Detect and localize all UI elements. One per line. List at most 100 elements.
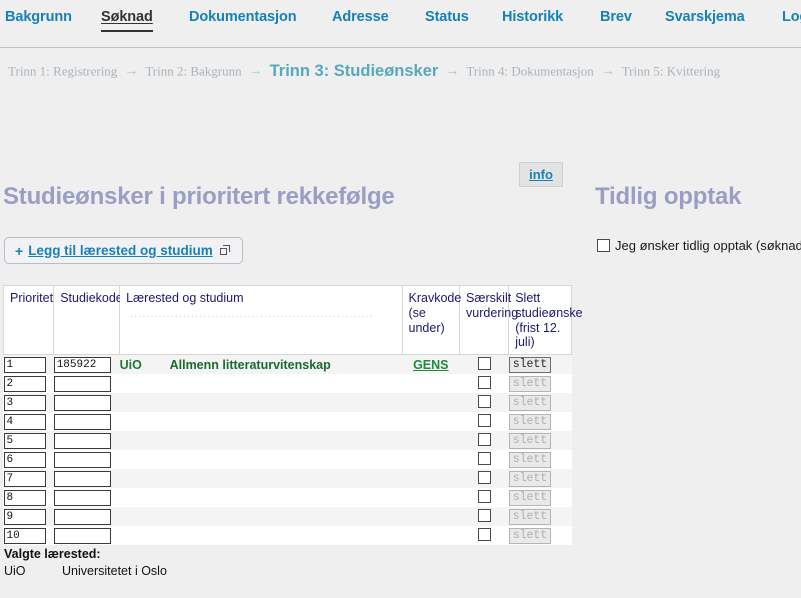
- priority-input[interactable]: [3, 451, 46, 468]
- study-code-input[interactable]: [53, 451, 111, 468]
- requirement-code-link[interactable]: GENS: [413, 358, 448, 372]
- column-header-kravkode-line2: (se under): [408, 305, 445, 335]
- nav-item-s-knad[interactable]: Søknad: [101, 9, 153, 32]
- study-code-input[interactable]: [53, 508, 111, 525]
- selected-institutions-list: UiO Universitetet i Oslo: [4, 563, 167, 580]
- early-admission-checkbox[interactable]: [597, 239, 610, 252]
- study-code-input[interactable]: [53, 394, 111, 411]
- early-admission-title: Tidlig opptak: [595, 183, 742, 210]
- institution-and-study-cell: [119, 526, 403, 545]
- study-code-cell: [53, 526, 120, 545]
- study-code-input[interactable]: [53, 527, 111, 544]
- study-code-cell: [53, 507, 120, 526]
- table-row: slett: [3, 488, 572, 507]
- study-code-input[interactable]: [53, 413, 111, 430]
- institution-abbr: UiO: [119, 357, 142, 372]
- priority-cell: [3, 374, 54, 393]
- nav-item-status[interactable]: Status: [425, 9, 469, 25]
- requirement-code-cell: [402, 507, 460, 526]
- column-header-kravkode: Kravkode (se under): [401, 285, 461, 355]
- nav-item-dokumentasjon[interactable]: Dokumentasjon: [189, 9, 297, 25]
- institution-and-study-cell: [119, 431, 403, 450]
- requirement-code-cell: [402, 526, 460, 545]
- add-institution-and-study-button[interactable]: + Legg til lærested og studium: [4, 237, 243, 264]
- priority-input[interactable]: [3, 394, 46, 411]
- priority-input[interactable]: [3, 489, 46, 506]
- priority-input[interactable]: [3, 527, 46, 544]
- column-header-laerested: Lærested og studium.....................…: [119, 285, 403, 355]
- study-code-input[interactable]: [53, 356, 111, 373]
- breadcrumb-arrow-icon: →: [124, 63, 139, 79]
- delete-study-choice-button[interactable]: slett: [508, 357, 552, 373]
- study-code-cell: [53, 412, 120, 431]
- priority-input[interactable]: [3, 508, 46, 525]
- study-code-cell: [53, 431, 120, 450]
- priority-cell: [3, 469, 54, 488]
- delete-cell: slett: [508, 526, 572, 545]
- priority-input[interactable]: [3, 356, 46, 373]
- priority-input[interactable]: [3, 470, 46, 487]
- column-header-saerskilt-line1: Særskilt: [466, 291, 512, 305]
- breadcrumb-step-2[interactable]: Trinn 2: Bakgrunn: [145, 64, 241, 79]
- special-assessment-checkbox[interactable]: [477, 508, 491, 522]
- special-assessment-checkbox[interactable]: [477, 375, 491, 389]
- institution-and-study-cell: [119, 507, 403, 526]
- nav-item-bakgrunn[interactable]: Bakgrunn: [5, 9, 72, 25]
- delete-study-choice-button: slett: [508, 414, 552, 430]
- study-code-input[interactable]: [53, 375, 111, 392]
- plus-icon: +: [15, 242, 24, 259]
- breadcrumb-step-4[interactable]: Trinn 4: Dokumentasjon: [466, 64, 593, 79]
- column-header-laerested-text: Lærested og studium: [126, 291, 244, 305]
- table-row: slett: [3, 393, 572, 412]
- selected-institutions-section: Valgte lærested: UiO Universitetet i Oslo: [4, 546, 167, 580]
- delete-study-choice-button: slett: [508, 490, 552, 506]
- page-title: Studieønsker i prioritert rekkefølge: [3, 183, 395, 210]
- breadcrumb-step-1[interactable]: Trinn 1: Registrering: [8, 64, 117, 79]
- special-assessment-checkbox[interactable]: [477, 470, 491, 484]
- study-code-input[interactable]: [53, 432, 111, 449]
- special-assessment-checkbox[interactable]: [477, 451, 491, 465]
- delete-cell: slett: [508, 488, 572, 507]
- info-button[interactable]: info: [519, 162, 563, 187]
- special-assessment-checkbox[interactable]: [477, 432, 491, 446]
- nav-item-svarskjema[interactable]: Svarskjema: [665, 9, 745, 25]
- table-row: slett: [3, 469, 572, 488]
- special-assessment-checkbox[interactable]: [477, 489, 491, 503]
- special-assessment-checkbox[interactable]: [477, 356, 491, 370]
- special-assessment-checkbox[interactable]: [477, 527, 491, 541]
- institution-and-study-cell: [119, 412, 403, 431]
- study-code-input[interactable]: [53, 489, 111, 506]
- special-assessment-checkbox[interactable]: [477, 413, 491, 427]
- delete-cell: slett: [508, 431, 572, 450]
- priority-cell: [3, 507, 54, 526]
- breadcrumb-step-3: Trinn 3: Studieønsker: [269, 62, 439, 80]
- delete-cell: slett: [508, 469, 572, 488]
- column-header-slett-line3: (frist 12. juli): [515, 320, 561, 350]
- nav-item-historikk[interactable]: Historikk: [502, 9, 563, 25]
- open-in-new-window-icon: [219, 245, 231, 256]
- study-code-cell: [53, 469, 120, 488]
- breadcrumb-step-5[interactable]: Trinn 5: Kvittering: [622, 64, 720, 79]
- study-code-cell: [53, 354, 120, 374]
- info-button-label: info: [529, 167, 553, 182]
- requirement-code-cell: [402, 488, 460, 507]
- requirement-code-cell: [402, 393, 460, 412]
- study-code-input[interactable]: [53, 470, 111, 487]
- requirement-code-cell: [402, 431, 460, 450]
- nav-item-logg[interactable]: Logg: [782, 9, 801, 25]
- delete-study-choice-button: slett: [508, 376, 552, 392]
- selected-institutions-title: Valgte lærested:: [4, 547, 101, 561]
- priority-input[interactable]: [3, 432, 46, 449]
- add-button-label: Legg til lærested og studium: [28, 243, 213, 258]
- table-row: slett: [3, 412, 572, 431]
- priority-cell: [3, 393, 54, 412]
- priority-input[interactable]: [3, 413, 46, 430]
- delete-study-choice-button: slett: [508, 433, 552, 449]
- breadcrumb-arrow-icon: →: [445, 63, 460, 79]
- nav-item-brev[interactable]: Brev: [600, 9, 632, 25]
- breadcrumb-arrow-icon: →: [248, 63, 263, 79]
- priority-input[interactable]: [3, 375, 46, 392]
- nav-item-adresse[interactable]: Adresse: [332, 9, 389, 25]
- special-assessment-checkbox[interactable]: [477, 394, 491, 408]
- delete-study-choice-button: slett: [508, 509, 552, 525]
